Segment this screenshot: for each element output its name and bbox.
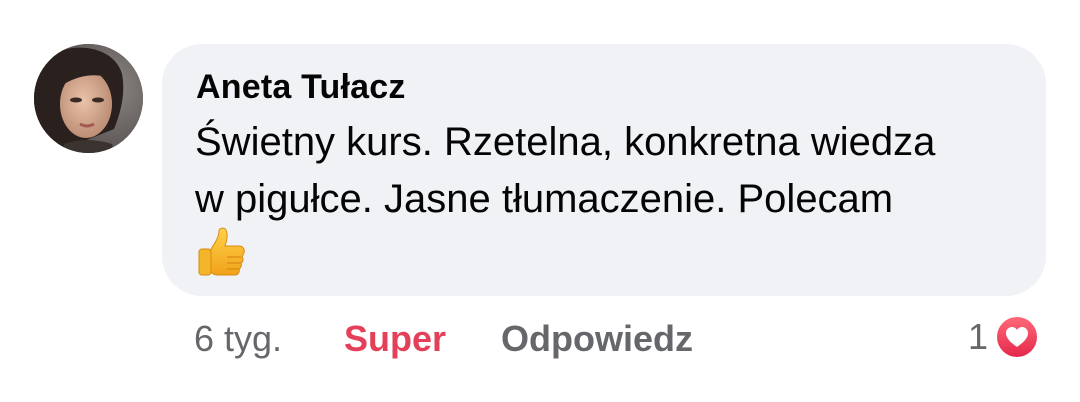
avatar-photo bbox=[34, 44, 143, 153]
comment-text-line: Świetny kurs. Rzetelna, konkretna wiedza bbox=[195, 120, 936, 164]
reaction-count: 1 bbox=[968, 316, 989, 357]
comment-text: Świetny kurs. Rzetelna, konkretna wiedza… bbox=[195, 114, 1015, 228]
heart-icon bbox=[995, 315, 1040, 359]
reply-button[interactable]: Odpowiedz bbox=[501, 318, 693, 360]
avatar[interactable] bbox=[34, 44, 143, 153]
comment-bubble: Aneta Tułacz Świetny kurs. Rzetelna, kon… bbox=[162, 44, 1046, 296]
thumbs-up-icon bbox=[198, 227, 245, 276]
super-reaction-button[interactable]: Super bbox=[344, 318, 446, 360]
comment-timestamp[interactable]: 6 tyg. bbox=[194, 318, 282, 360]
comment-text-line: w pigułce. Jasne tłumaczenie. Polecam bbox=[195, 177, 894, 221]
comment: Aneta Tułacz Świetny kurs. Rzetelna, kon… bbox=[0, 0, 1080, 402]
comment-author[interactable]: Aneta Tułacz bbox=[196, 68, 406, 107]
reaction-summary[interactable]: 1 bbox=[968, 314, 1040, 360]
comment-actions: 6 tyg. Super Odpowiedz 1 bbox=[0, 312, 1080, 368]
